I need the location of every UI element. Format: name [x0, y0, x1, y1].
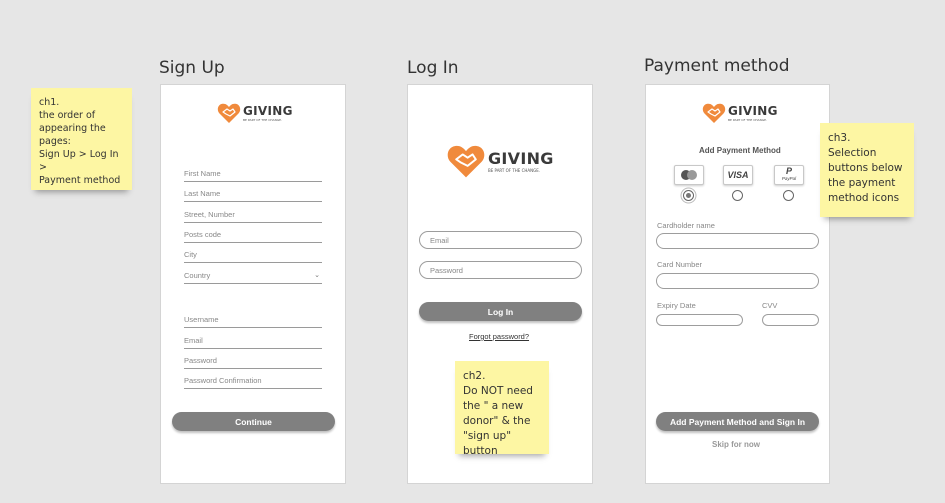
brand-tagline: BE PART OF THE CHANGE. — [488, 168, 541, 173]
street-field[interactable]: Street, Number — [184, 207, 322, 223]
paypal-radio[interactable] — [783, 190, 794, 201]
visa-radio[interactable] — [732, 190, 743, 201]
password-input[interactable]: Password — [419, 261, 582, 279]
giving-logo: GIVING BE PART OF THE CHANGE. — [702, 102, 778, 124]
username-field[interactable]: Username — [184, 312, 322, 328]
brand-name: GIVING — [243, 104, 293, 118]
paypal-icon: P PayPal — [781, 166, 797, 182]
note-line: Do NOT need — [463, 385, 533, 397]
brand-tagline: BE PART OF THE CHANGE. — [243, 118, 283, 122]
brand-name: GIVING — [488, 149, 554, 168]
note-line: "sign up" button — [463, 430, 512, 457]
mastercard-option[interactable] — [674, 165, 704, 185]
cardholder-input[interactable] — [656, 233, 819, 249]
heart-handshake-icon — [447, 145, 485, 178]
note-line: ch1. — [39, 97, 60, 108]
mastercard-icon — [681, 170, 697, 180]
postcode-field[interactable]: Posts code — [184, 227, 322, 243]
visa-option[interactable]: VISA — [723, 165, 753, 185]
note-line: Selection — [828, 147, 877, 159]
payment-screen: GIVING BE PART OF THE CHANGE. Add Paymen… — [645, 84, 830, 484]
country-label: Country — [184, 271, 211, 280]
signup-frame-title: Sign Up — [159, 58, 225, 78]
sticky-note-ch3: ch3. Selection buttons below the payment… — [820, 123, 914, 217]
note-line: ch3. — [828, 132, 851, 144]
brand-tagline: BE PART OF THE CHANGE. — [728, 118, 768, 122]
note-line: pages: — [39, 136, 71, 147]
paypal-label: PayPal — [781, 176, 797, 181]
cardholder-label: Cardholder name — [657, 221, 715, 230]
login-button[interactable]: Log In — [419, 302, 582, 321]
expiry-date-input[interactable] — [656, 314, 743, 326]
giving-logo: GIVING BE PART OF THE CHANGE. — [217, 102, 293, 124]
visa-icon: VISA — [727, 170, 749, 180]
brand-name: GIVING — [728, 104, 778, 118]
email-field[interactable]: Email — [184, 333, 322, 349]
note-line: donor" & the — [463, 415, 531, 427]
chevron-down-icon: ⌄ — [314, 272, 320, 279]
cvv-input[interactable] — [762, 314, 819, 326]
card-number-input[interactable] — [656, 273, 819, 289]
email-input[interactable]: Email — [419, 231, 582, 249]
password-field[interactable]: Password — [184, 353, 322, 369]
note-line: the order of — [39, 110, 96, 121]
note-line: buttons below — [828, 162, 903, 174]
first-name-field[interactable]: First Name — [184, 166, 322, 182]
add-payment-and-sign-in-button[interactable]: Add Payment Method and Sign In — [656, 412, 819, 431]
cvv-label: CVV — [762, 301, 778, 310]
heart-handshake-icon — [217, 103, 241, 123]
mastercard-radio[interactable] — [683, 190, 694, 201]
note-line: the payment — [828, 177, 896, 189]
city-field[interactable]: City — [184, 247, 322, 263]
expiry-date-label: Expiry Date — [657, 301, 696, 310]
heart-handshake-icon — [702, 103, 726, 123]
password-confirmation-field[interactable]: Password Confirmation — [184, 373, 322, 389]
login-frame-title: Log In — [407, 58, 459, 78]
country-select[interactable]: Country ⌄ — [184, 268, 322, 284]
note-line: appearing the — [39, 123, 106, 134]
note-line: Sign Up > Log In > — [39, 149, 119, 173]
continue-button[interactable]: Continue — [172, 412, 335, 431]
add-payment-method-title: Add Payment Method — [699, 146, 781, 155]
last-name-field[interactable]: Last Name — [184, 186, 322, 202]
note-line: Payment method — [39, 175, 121, 186]
note-line: ch2. — [463, 370, 486, 382]
signup-screen: GIVING BE PART OF THE CHANGE. First Name… — [160, 84, 346, 484]
card-number-label: Card Number — [657, 260, 703, 269]
sticky-note-ch1: ch1. the order of appearing the pages: S… — [31, 88, 132, 190]
note-line: the " a new — [463, 400, 524, 412]
payment-frame-title: Payment method — [644, 56, 790, 76]
skip-for-now-link[interactable]: Skip for now — [712, 440, 760, 449]
note-line: method icons — [828, 192, 900, 204]
forgot-password-link[interactable]: Forgot password? — [469, 332, 529, 341]
paypal-option[interactable]: P PayPal — [774, 165, 804, 185]
sticky-note-ch2: ch2. Do NOT need the " a new donor" & th… — [455, 361, 549, 457]
giving-logo: GIVING BE PART OF THE CHANGE. — [446, 143, 554, 179]
